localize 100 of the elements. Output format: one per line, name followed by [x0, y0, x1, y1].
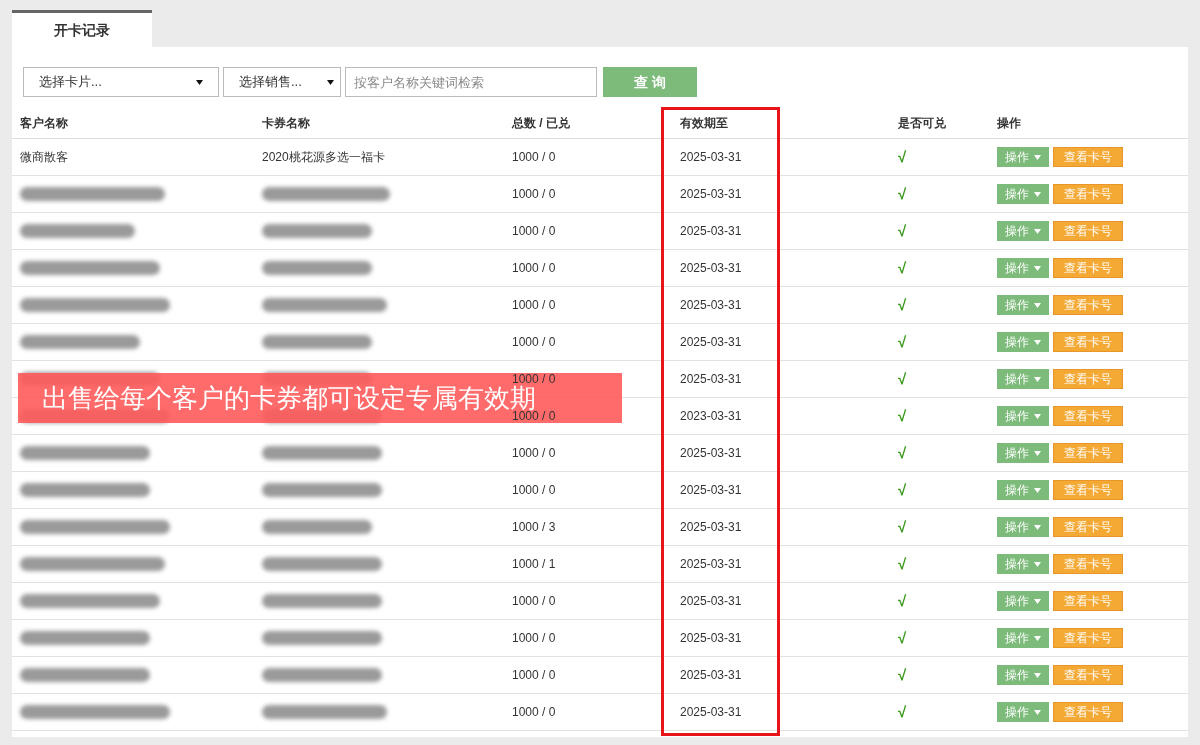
caret-icon	[1034, 598, 1041, 604]
redeemable-mark: √	[898, 554, 907, 572]
redeemable-mark: √	[898, 258, 907, 276]
redeemable-mark: √	[898, 221, 907, 239]
view-card-number-button[interactable]: 查看卡号	[1053, 628, 1123, 648]
expiry-date: 2025-03-31	[680, 298, 742, 312]
redeemable-mark: √	[898, 480, 907, 498]
redeemable-mark: √	[898, 702, 907, 720]
totals-text: 1000 / 0	[512, 409, 556, 423]
operation-button[interactable]: 操作	[997, 702, 1049, 722]
totals-text: 1000 / 0	[512, 335, 556, 349]
caret-icon	[1034, 228, 1041, 234]
search-field[interactable]: 按客户名称关键词检索	[345, 67, 597, 97]
view-card-number-button[interactable]: 查看卡号	[1053, 591, 1123, 611]
redeemable-mark: √	[898, 628, 907, 646]
column-header: 卡券名称	[262, 115, 310, 130]
view-card-number-button[interactable]: 查看卡号	[1053, 665, 1123, 685]
caret-icon	[1034, 413, 1041, 419]
query-button[interactable]: 查 询	[603, 67, 697, 97]
operation-button[interactable]: 操作	[997, 628, 1049, 648]
view-card-number-button[interactable]: 查看卡号	[1053, 184, 1123, 204]
totals-text: 1000 / 1	[512, 557, 556, 571]
view-card-number-button[interactable]: 查看卡号	[1053, 258, 1123, 278]
redeemable-mark: √	[898, 517, 907, 535]
expiry-date: 2025-03-31	[680, 705, 742, 719]
redeemable-mark: √	[898, 332, 907, 350]
caret-icon	[1034, 154, 1041, 160]
caret-icon	[1034, 265, 1041, 271]
view-card-number-button[interactable]: 查看卡号	[1053, 480, 1123, 500]
view-card-number-button[interactable]: 查看卡号	[1053, 369, 1123, 389]
expiry-date: 2025-03-31	[680, 520, 742, 534]
expiry-date: 2025-03-31	[680, 224, 742, 238]
seller-select[interactable]: 选择销售...	[223, 67, 341, 97]
caret-icon	[1034, 524, 1041, 530]
view-card-number-button[interactable]: 查看卡号	[1053, 221, 1123, 241]
card-name: 2020桃花源多选一福卡	[262, 150, 385, 164]
expiry-date: 2025-03-31	[680, 594, 742, 608]
expiry-date: 2025-03-31	[680, 446, 742, 460]
totals-text: 1000 / 0	[512, 224, 556, 238]
caret-icon	[1034, 709, 1041, 715]
operation-button[interactable]: 操作	[997, 184, 1049, 204]
card-select[interactable]: 选择卡片...	[23, 67, 219, 97]
totals-text: 1000 / 0	[512, 631, 556, 645]
caret-icon	[196, 79, 203, 85]
expiry-date: 2025-03-31	[680, 483, 742, 497]
totals-text: 1000 / 0	[512, 668, 556, 682]
view-card-number-button[interactable]: 查看卡号	[1053, 554, 1123, 574]
operation-button[interactable]: 操作	[997, 554, 1049, 574]
view-card-number-button[interactable]: 查看卡号	[1053, 332, 1123, 352]
caret-icon	[1034, 561, 1041, 567]
totals-text: 1000 / 3	[512, 520, 556, 534]
redeemable-mark: √	[898, 406, 907, 424]
operation-button[interactable]: 操作	[997, 147, 1049, 167]
caret-icon	[1034, 635, 1041, 641]
tab[interactable]: 开卡记录	[12, 10, 152, 47]
expiry-date: 2025-03-31	[680, 150, 742, 164]
view-card-number-button[interactable]: 查看卡号	[1053, 702, 1123, 722]
operation-button[interactable]: 操作	[997, 591, 1049, 611]
totals-text: 1000 / 0	[512, 705, 556, 719]
totals-text: 1000 / 0	[512, 446, 556, 460]
column-header: 客户名称	[20, 115, 68, 130]
view-card-number-button[interactable]: 查看卡号	[1053, 517, 1123, 537]
operation-button[interactable]: 操作	[997, 332, 1049, 352]
caret-icon	[1034, 376, 1041, 382]
view-card-number-button[interactable]: 查看卡号	[1053, 443, 1123, 463]
expiry-date: 2025-03-31	[680, 335, 742, 349]
caret-icon	[1034, 672, 1041, 678]
caret-icon	[1034, 191, 1041, 197]
customer-name: 微商散客	[20, 150, 68, 164]
expiry-date: 2025-03-31	[680, 557, 742, 571]
view-card-number-button[interactable]: 查看卡号	[1053, 295, 1123, 315]
caret-icon	[1034, 450, 1041, 456]
operation-button[interactable]: 操作	[997, 369, 1049, 389]
operation-button[interactable]: 操作	[997, 295, 1049, 315]
column-header: 有效期至	[680, 115, 728, 130]
expiry-date: 2025-03-31	[680, 668, 742, 682]
totals-text: 1000 / 0	[512, 483, 556, 497]
caret-icon	[1034, 487, 1041, 493]
operation-button[interactable]: 操作	[997, 480, 1049, 500]
caret-icon	[1034, 339, 1041, 345]
operation-button[interactable]: 操作	[997, 221, 1049, 241]
expiry-date: 2025-03-31	[680, 372, 742, 386]
expiry-date: 2025-03-31	[680, 631, 742, 645]
redeemable-mark: √	[898, 443, 907, 461]
operation-button[interactable]: 操作	[997, 406, 1049, 426]
operation-button[interactable]: 操作	[997, 258, 1049, 278]
redeemable-mark: √	[898, 665, 907, 683]
view-card-number-button[interactable]: 查看卡号	[1053, 406, 1123, 426]
operation-button[interactable]: 操作	[997, 443, 1049, 463]
redeemable-mark: √	[898, 184, 907, 202]
expiry-date: 2025-03-31	[680, 187, 742, 201]
caret-icon	[327, 79, 334, 85]
totals-text: 1000 / 0	[512, 261, 556, 275]
column-header: 总数 / 已兑	[512, 115, 570, 130]
operation-button[interactable]: 操作	[997, 665, 1049, 685]
view-card-number-button[interactable]: 查看卡号	[1053, 147, 1123, 167]
expiry-date: 2023-03-31	[680, 409, 742, 423]
totals-text: 1000 / 0	[512, 187, 556, 201]
operation-button[interactable]: 操作	[997, 517, 1049, 537]
totals-text: 1000 / 0	[512, 298, 556, 312]
